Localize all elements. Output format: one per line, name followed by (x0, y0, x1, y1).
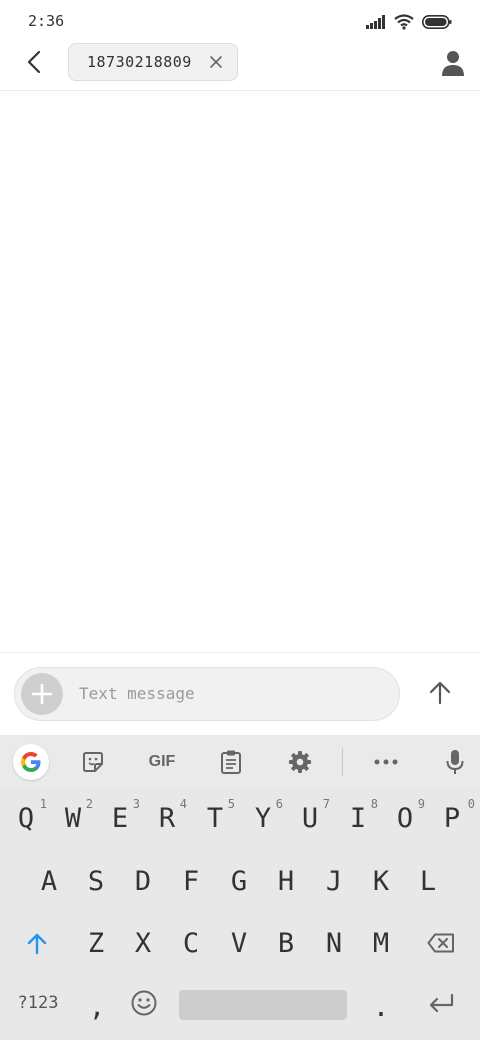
keyboard: GIF Q 1 W 2 E 3 R 4 T 5 Y 6 U 7 I 8 O 9 … (0, 735, 480, 1040)
space-key[interactable] (179, 990, 347, 1020)
key-v[interactable]: V (216, 915, 262, 971)
gif-label: GIF (148, 753, 176, 770)
key-o[interactable]: O9 (382, 790, 428, 846)
enter-key[interactable] (418, 975, 464, 1031)
key-g[interactable]: G (216, 853, 262, 909)
key-l[interactable]: L (405, 853, 451, 909)
return-arrow-icon (429, 994, 454, 1012)
message-input-placeholder[interactable]: Text message (79, 684, 195, 703)
key-r[interactable]: R4 (144, 790, 190, 846)
key-p[interactable]: P0 (429, 790, 475, 846)
contact-button[interactable] (438, 48, 468, 78)
voice-input-button[interactable] (435, 742, 475, 782)
key-h[interactable]: H (263, 853, 309, 909)
key-f[interactable]: F (168, 853, 214, 909)
key-i[interactable]: I8 (335, 790, 381, 846)
compose-divider (0, 652, 480, 653)
sticker-icon (83, 752, 103, 772)
key-y[interactable]: Y6 (240, 790, 286, 846)
key-t[interactable]: T5 (192, 790, 238, 846)
key-m[interactable]: M (358, 915, 404, 971)
wifi-icon (394, 14, 414, 30)
emoji-icon (131, 990, 157, 1016)
key-k[interactable]: K (358, 853, 404, 909)
key-e[interactable]: E3 (97, 790, 143, 846)
keyboard-toolbar: GIF (0, 735, 480, 789)
plus-icon (32, 684, 52, 704)
send-button[interactable] (423, 676, 457, 710)
emoji-key[interactable] (121, 975, 167, 1031)
arrow-up-icon (429, 681, 451, 705)
key-x[interactable]: X (120, 915, 166, 971)
backspace-icon (427, 933, 454, 953)
gear-icon (289, 751, 311, 773)
key-j[interactable]: J (311, 853, 357, 909)
more-horizontal-icon (374, 759, 398, 765)
battery-icon (422, 15, 452, 29)
backspace-key[interactable] (418, 915, 464, 971)
key-s[interactable]: S (73, 853, 119, 909)
key-n[interactable]: N (311, 915, 357, 971)
google-icon (13, 744, 49, 780)
shift-key[interactable] (14, 915, 60, 971)
key-w[interactable]: W2 (50, 790, 96, 846)
compose-field[interactable]: Text message (14, 667, 400, 721)
key-b[interactable]: B (263, 915, 309, 971)
recipient-chip[interactable]: 18730218809 (68, 43, 238, 81)
close-icon (210, 56, 222, 68)
clipboard-button[interactable] (211, 742, 251, 782)
microphone-icon (446, 750, 464, 774)
back-button[interactable] (20, 48, 48, 76)
recipient-number: 18730218809 (87, 53, 192, 71)
key-q[interactable]: Q1 (3, 790, 49, 846)
back-arrow-icon (27, 50, 41, 74)
conversation-header: 18730218809 (0, 40, 480, 91)
toolbar-divider (342, 748, 343, 776)
key-a[interactable]: A (26, 853, 72, 909)
sticker-button[interactable] (73, 742, 113, 782)
key-z[interactable]: Z (73, 915, 119, 971)
attach-button[interactable] (21, 673, 63, 715)
gif-button[interactable]: GIF (142, 742, 182, 782)
settings-button[interactable] (280, 742, 320, 782)
clipboard-icon (221, 750, 241, 774)
more-button[interactable] (366, 742, 406, 782)
shift-arrow-icon (27, 933, 47, 954)
remove-recipient-button[interactable] (206, 52, 226, 72)
key-d[interactable]: D (120, 853, 166, 909)
status-icons (366, 12, 452, 32)
google-button[interactable] (11, 742, 51, 782)
symbols-key[interactable]: ?123 (8, 975, 68, 1031)
comma-key[interactable]: , (74, 979, 120, 1035)
signal-icon (366, 15, 386, 29)
key-c[interactable]: C (168, 915, 214, 971)
period-key[interactable]: . (358, 979, 404, 1035)
status-time: 2:36 (28, 12, 65, 30)
person-icon (442, 51, 464, 76)
key-u[interactable]: U7 (287, 790, 333, 846)
